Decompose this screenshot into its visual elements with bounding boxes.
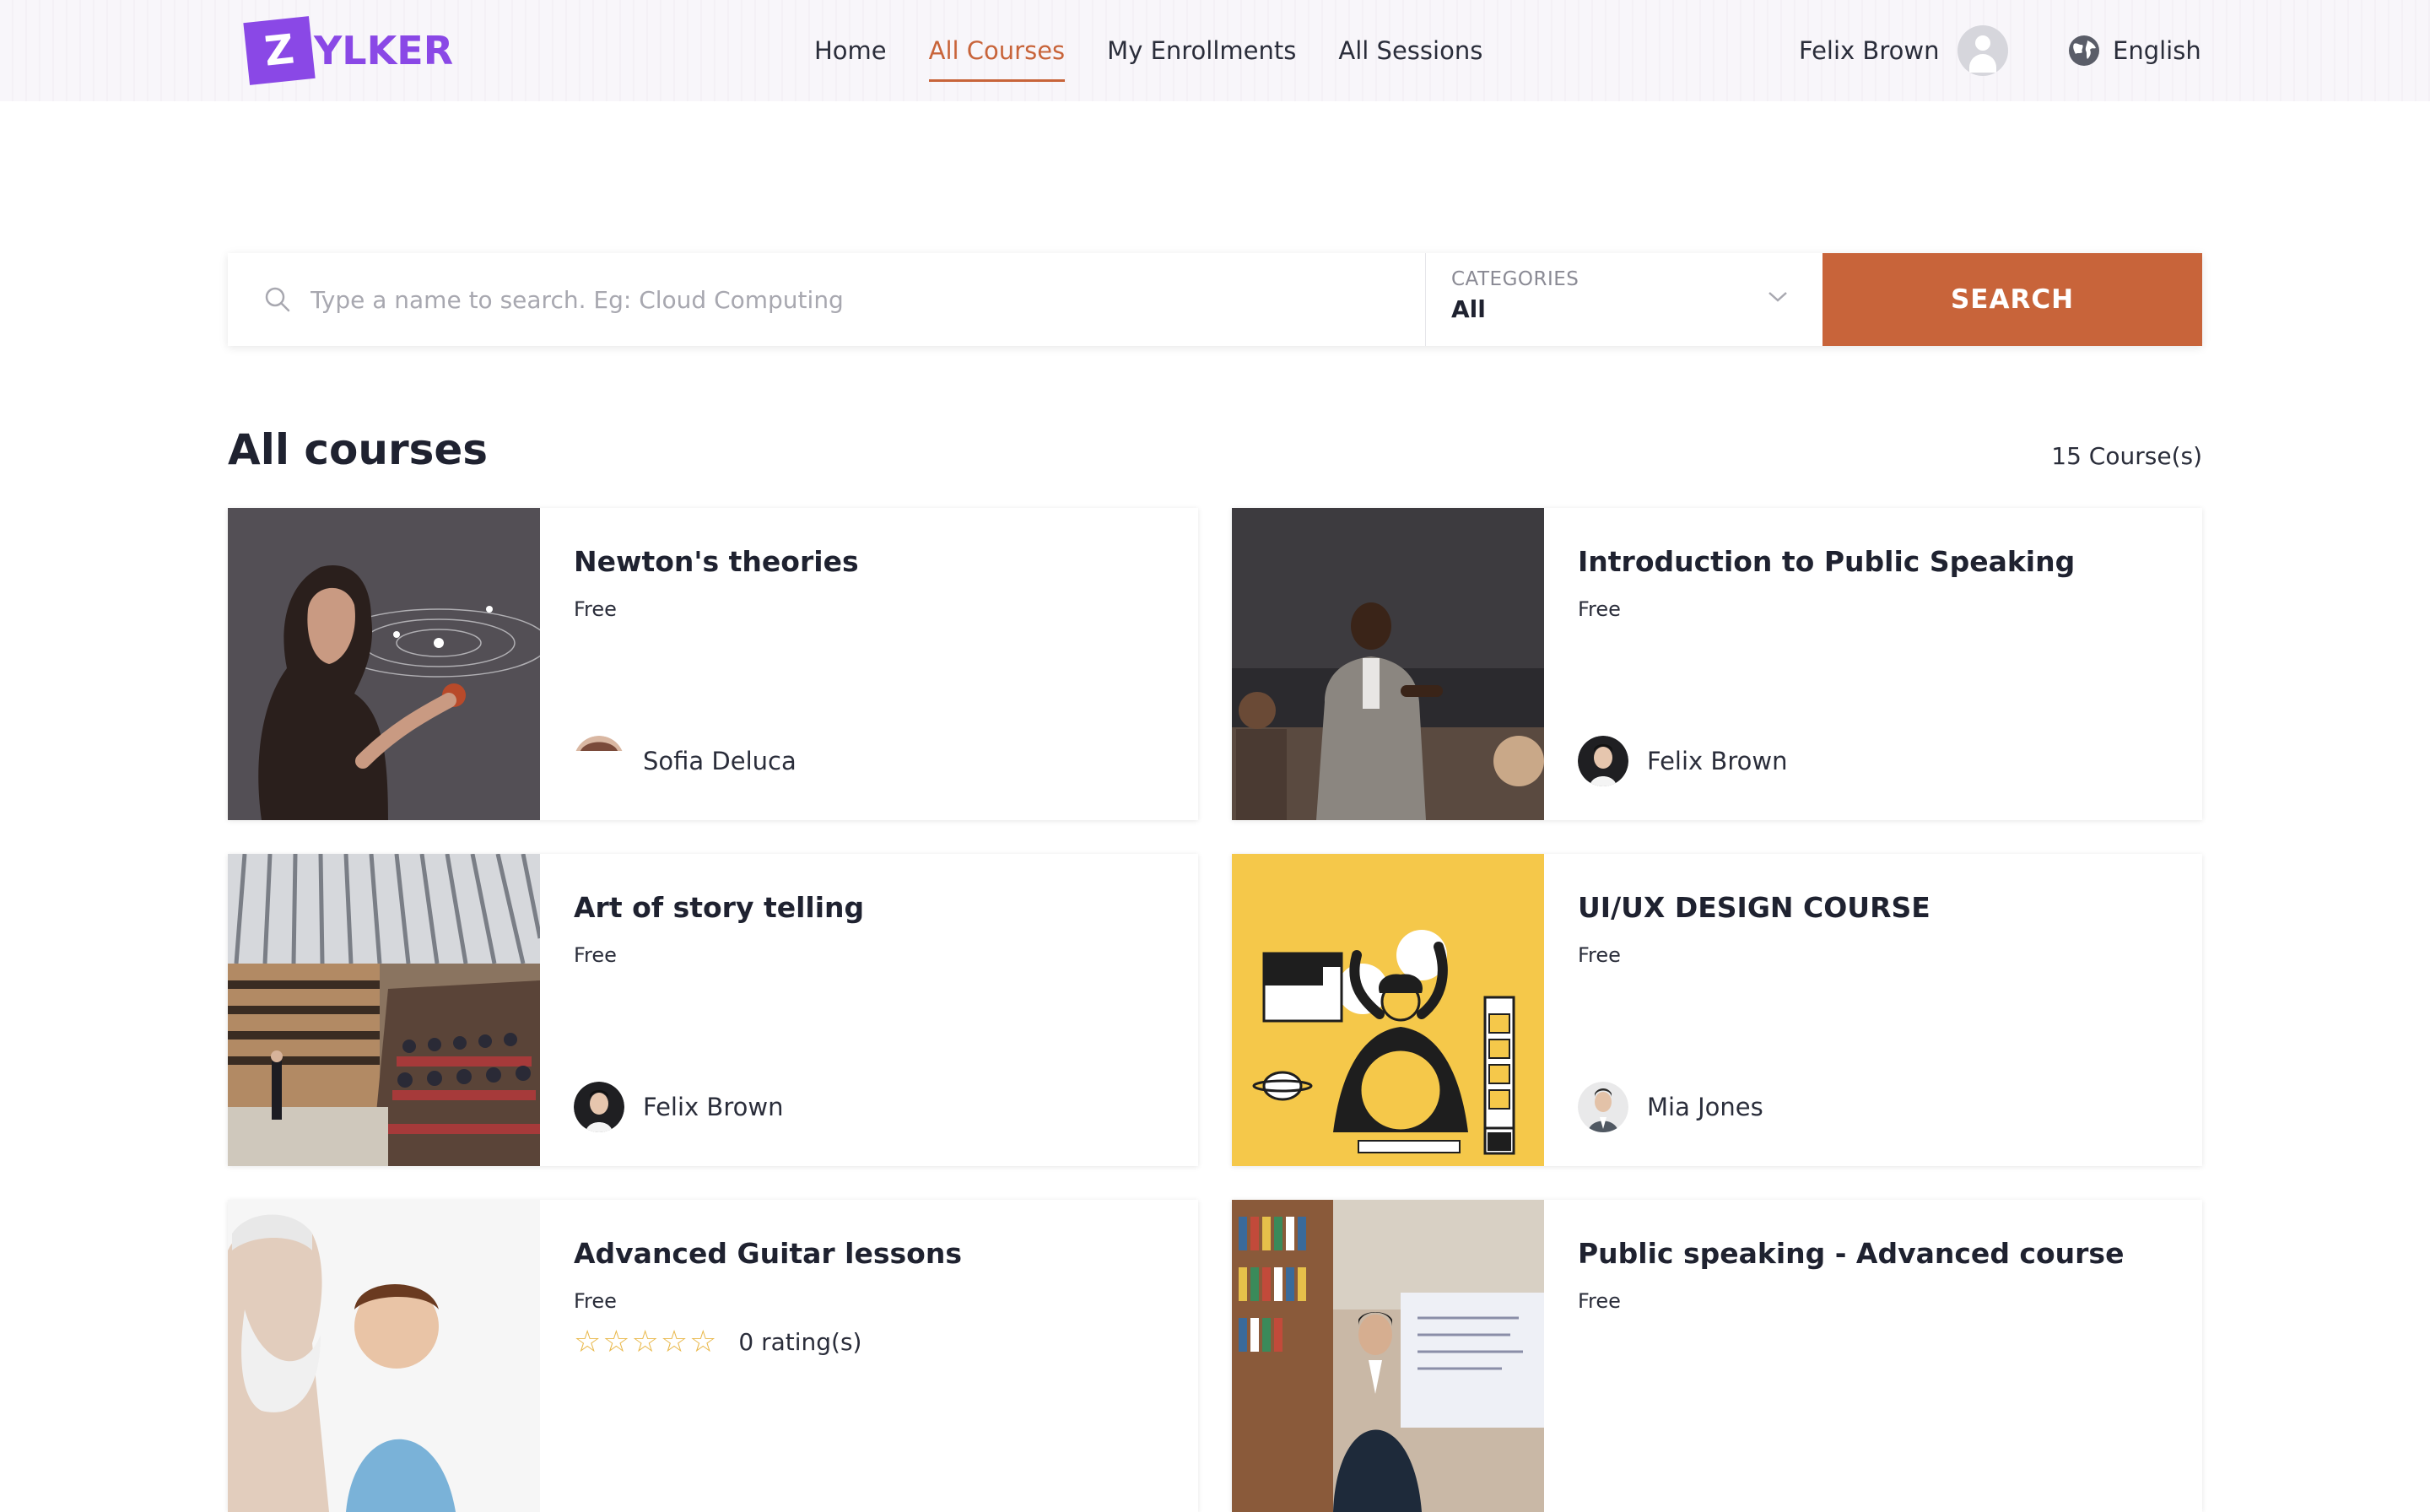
instructor-avatar	[1578, 736, 1628, 786]
user-menu[interactable]: Felix Brown	[1799, 0, 2009, 101]
category-dropdown[interactable]: CATEGORIES All	[1426, 253, 1822, 346]
course-card[interactable]: Introduction to Public Speaking Free Fel…	[1232, 508, 2202, 820]
user-avatar-icon[interactable]	[1958, 25, 2009, 76]
top-header: Z YLKER Home All Courses My Enrollments …	[0, 0, 2430, 101]
instructor-avatar	[574, 1082, 624, 1132]
nav-home[interactable]: Home	[814, 0, 887, 101]
course-title[interactable]: Public speaking - Advanced course	[1578, 1237, 2124, 1270]
instructor-name: Sofia Deluca	[643, 747, 796, 775]
course-card[interactable]: Newton's theories Free Sofia Deluca	[228, 508, 1198, 820]
course-card[interactable]: Advanced Guitar lessons Free ☆☆☆☆☆ 0 rat…	[228, 1200, 1198, 1512]
category-label: CATEGORIES	[1451, 268, 1580, 290]
course-title[interactable]: Advanced Guitar lessons	[574, 1237, 962, 1270]
star-rating-icons[interactable]: ☆☆☆☆☆	[574, 1325, 718, 1359]
search-bar: CATEGORIES All SEARCH	[228, 253, 2202, 346]
course-price: Free	[574, 1289, 617, 1313]
nav-all-courses[interactable]: All Courses	[928, 0, 1065, 101]
search-field[interactable]	[228, 253, 1426, 346]
course-price: Free	[574, 597, 617, 621]
rating-count: 0 rating(s)	[738, 1328, 862, 1356]
instructor-name: Mia Jones	[1647, 1093, 1763, 1121]
course-instructor: Mia Jones	[1578, 1082, 1763, 1132]
instructor-name: Felix Brown	[1647, 747, 1788, 775]
zylker-logo[interactable]: Z YLKER	[243, 16, 454, 85]
course-thumbnail[interactable]	[228, 1200, 540, 1512]
course-title[interactable]: Introduction to Public Speaking	[1578, 545, 2075, 578]
logo-text: YLKER	[314, 28, 454, 73]
nav-all-sessions[interactable]: All Sessions	[1338, 0, 1482, 101]
course-thumbnail[interactable]	[228, 508, 540, 820]
chevron-down-icon	[1768, 292, 1787, 302]
logo-mark: Z	[243, 16, 316, 85]
course-card[interactable]: Public speaking - Advanced course Free	[1232, 1200, 2202, 1512]
search-button[interactable]: SEARCH	[1822, 253, 2202, 346]
course-thumbnail[interactable]	[1232, 508, 1544, 820]
course-thumbnail[interactable]	[1232, 854, 1544, 1166]
course-price: Free	[1578, 943, 1621, 967]
instructor-avatar	[1578, 1082, 1628, 1132]
language-selector[interactable]: English	[2067, 0, 2201, 101]
nav-my-enrollments[interactable]: My Enrollments	[1107, 0, 1296, 101]
course-title[interactable]: UI/UX DESIGN COURSE	[1578, 891, 1930, 924]
course-price: Free	[1578, 1289, 1621, 1313]
instructor-name: Felix Brown	[643, 1093, 784, 1121]
language-label: English	[2113, 36, 2201, 65]
search-input[interactable]	[310, 285, 1323, 314]
search-icon	[265, 287, 290, 312]
course-card[interactable]: Art of story telling Free Felix Brown	[228, 854, 1198, 1166]
course-rating: ☆☆☆☆☆ 0 rating(s)	[574, 1325, 861, 1359]
course-instructor: Felix Brown	[1578, 736, 1787, 786]
user-name: Felix Brown	[1799, 36, 1940, 65]
course-card[interactable]: UI/UX DESIGN COURSE Free Mia Jones	[1232, 854, 2202, 1166]
course-thumbnail[interactable]	[1232, 1200, 1544, 1512]
instructor-avatar	[574, 736, 624, 751]
section-title: All courses	[228, 425, 489, 474]
course-title[interactable]: Art of story telling	[574, 891, 864, 924]
course-instructor: Felix Brown	[574, 1082, 783, 1132]
globe-icon	[2069, 35, 2099, 66]
course-instructor: Sofia Deluca	[574, 736, 796, 786]
main-nav: Home All Courses My Enrollments All Sess…	[814, 0, 1525, 101]
course-count: 15 Course(s)	[2051, 442, 2202, 470]
course-price: Free	[1578, 597, 1621, 621]
course-thumbnail[interactable]	[228, 854, 540, 1166]
course-title[interactable]: Newton's theories	[574, 545, 859, 578]
course-price: Free	[574, 943, 617, 967]
